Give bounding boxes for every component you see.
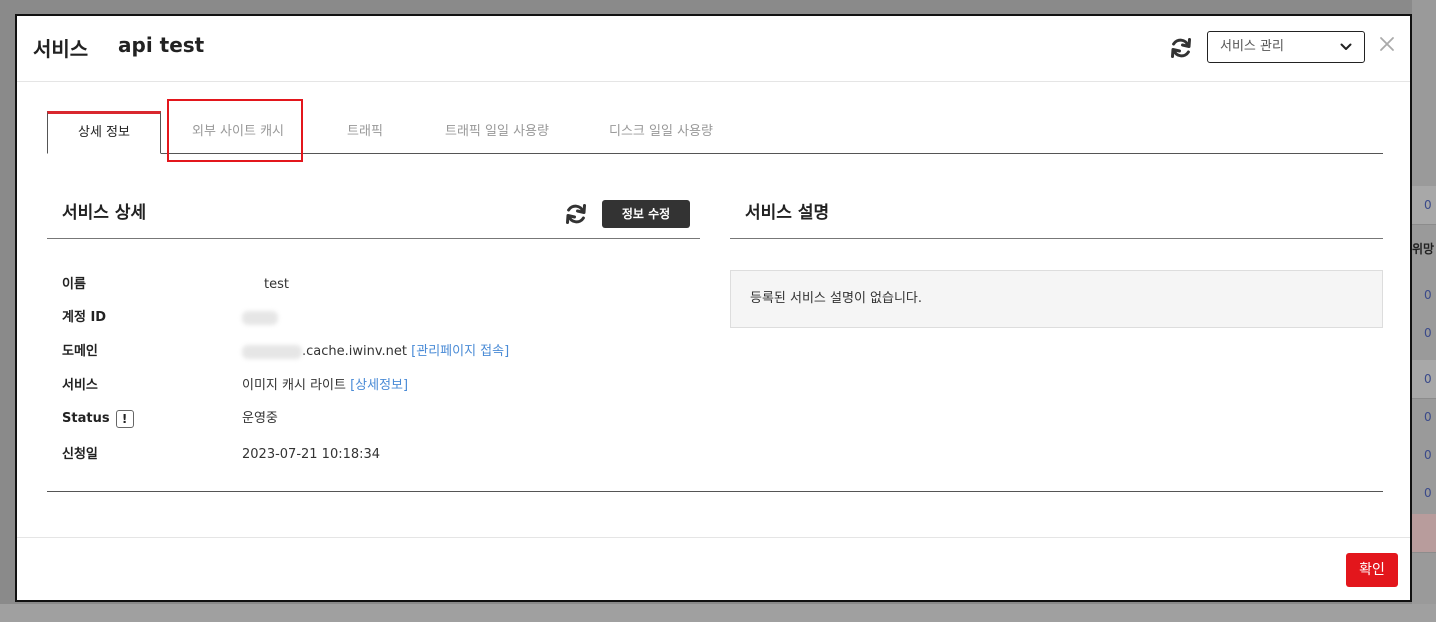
tab-disk-daily-usage[interactable]: 디스크 일일 사용량 — [594, 111, 728, 153]
backdrop-text: 0 — [1424, 326, 1432, 340]
tab-traffic[interactable]: 트래픽 — [322, 111, 408, 153]
modal-title: 서비스 — [33, 37, 89, 61]
detail-row-account-id: 계정 ID — [62, 308, 682, 328]
modal-footer-divider — [17, 537, 1410, 538]
backdrop-text: 0 — [1424, 288, 1432, 302]
refresh-icon[interactable] — [564, 202, 588, 226]
redacted-value — [242, 344, 302, 359]
service-manage-select[interactable]: 서비스 관리 — [1207, 31, 1365, 63]
row-value — [242, 308, 278, 328]
section-title: 서비스 설명 — [745, 203, 830, 223]
modal-header: 서비스 api test 서비스 관리 — [17, 16, 1410, 82]
close-icon[interactable] — [1379, 36, 1395, 52]
row-label: 도메인 — [62, 344, 98, 359]
row-label: 이름 — [62, 277, 86, 292]
service-detail-link[interactable]: [상세정보] — [350, 378, 408, 393]
divider — [47, 491, 1383, 492]
divider — [730, 238, 1383, 239]
status-label-text: Status — [62, 411, 110, 426]
row-value: 2023-07-21 10:18:34 — [242, 447, 381, 462]
row-value: test — [264, 277, 289, 292]
service-manage-select-value: 서비스 관리 — [1220, 39, 1284, 54]
backdrop-text: 0 — [1424, 486, 1432, 500]
status-value: 운영중 — [242, 411, 278, 426]
refresh-icon[interactable] — [1169, 36, 1193, 60]
service-type-text: 이미지 캐시 라이트 — [242, 378, 346, 393]
row-label: 서비스 — [62, 378, 98, 393]
row-value: 이미지 캐시 라이트 [상세정보] — [242, 376, 408, 396]
backdrop-text: 0 — [1424, 198, 1432, 212]
chevron-down-icon — [1340, 43, 1352, 50]
section-title: 서비스 상세 — [62, 203, 147, 223]
detail-row-domain: 도메인 .cache.iwinv.net [관리페이지 접속] — [62, 342, 682, 362]
service-name: api test — [118, 33, 205, 57]
tab-detail[interactable]: 상세 정보 — [47, 111, 161, 154]
description-box: 등록된 서비스 설명이 없습니다. — [730, 270, 1383, 328]
backdrop-text: 0 — [1424, 372, 1432, 386]
detail-row-status: Status! 운영중 — [62, 409, 682, 429]
backdrop-footer — [0, 604, 1436, 622]
divider — [47, 238, 700, 239]
row-value: .cache.iwinv.net [관리페이지 접속] — [242, 342, 509, 362]
detail-row-applied-date: 신청일 2023-07-21 10:18:34 — [62, 445, 682, 465]
tab-bar: 상세 정보 외부 사이트 캐시 트래픽 트래픽 일일 사용량 디스크 일일 사용… — [47, 111, 1383, 154]
domain-text: .cache.iwinv.net — [302, 344, 408, 359]
tab-traffic-daily-usage[interactable]: 트래픽 일일 사용량 — [430, 111, 564, 153]
backdrop-text: 0 — [1424, 410, 1432, 424]
detail-row-name: 이름 test — [62, 275, 682, 295]
service-modal: 서비스 api test 서비스 관리 상세 정보 외부 사이트 캐시 트래픽 … — [15, 14, 1412, 602]
exclamation-icon[interactable]: ! — [115, 409, 134, 428]
redacted-value — [242, 310, 278, 325]
admin-page-link[interactable]: [관리페이지 접속] — [411, 344, 509, 359]
backdrop-cell — [1412, 514, 1436, 553]
backdrop-text: 0 — [1424, 448, 1432, 462]
row-label: 신청일 — [62, 447, 98, 462]
row-label: 계정 ID — [62, 310, 107, 325]
backdrop-text: 위망 — [1412, 242, 1435, 256]
confirm-button[interactable]: 확인 — [1346, 553, 1398, 587]
detail-row-service: 서비스 이미지 캐시 라이트 [상세정보] — [62, 376, 682, 396]
edit-info-button[interactable]: 정보 수정 — [602, 200, 690, 228]
tab-external-site-cache[interactable]: 외부 사이트 캐시 — [180, 111, 296, 153]
row-label: Status! — [62, 409, 134, 429]
